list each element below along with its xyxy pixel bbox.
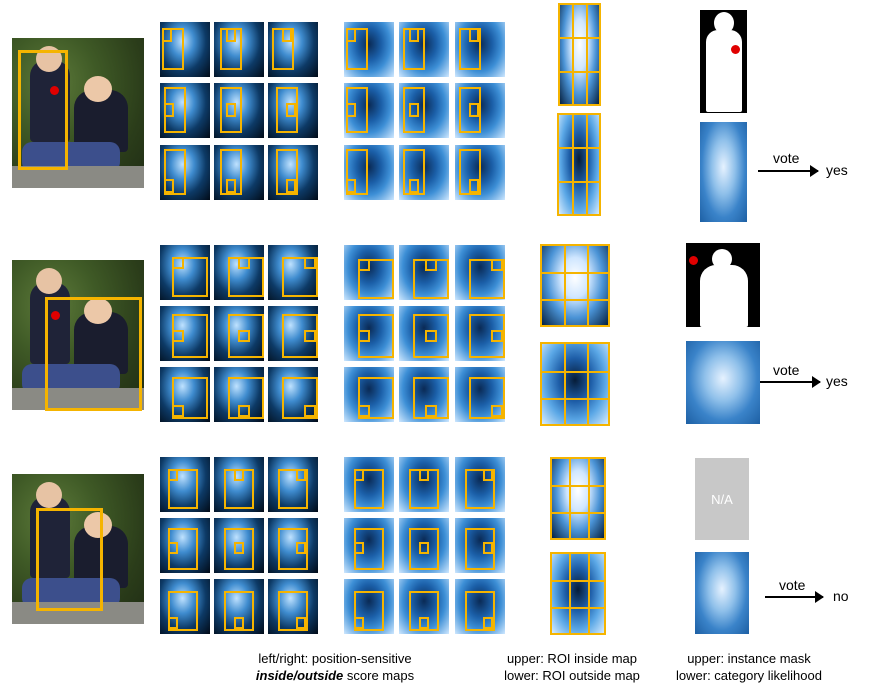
score-map-tile xyxy=(455,518,505,573)
vote-label: vote xyxy=(773,362,800,378)
roi-inside-map xyxy=(540,244,610,327)
score-map-tile xyxy=(344,579,394,634)
score-map-tile xyxy=(344,83,394,138)
score-map-tile xyxy=(399,518,449,573)
query-point xyxy=(689,256,698,265)
roi-outside-map xyxy=(557,113,601,216)
score-map-tile xyxy=(160,367,210,422)
score-map-tile xyxy=(399,22,449,77)
score-map-tile xyxy=(160,83,210,138)
score-map-tile xyxy=(214,83,264,138)
score-map-tile xyxy=(214,579,264,634)
score-map-tile xyxy=(399,245,449,300)
roi-maps-caption: upper: ROI inside map lower: ROI outside… xyxy=(488,650,656,684)
output-caption: upper: instance mask lower: category lik… xyxy=(658,650,840,684)
score-map-tile xyxy=(399,457,449,512)
roi-maps-caption-line1: upper: ROI inside map xyxy=(506,651,638,666)
vote-result: yes xyxy=(826,373,848,389)
score-map-tile xyxy=(160,457,210,512)
vote-label: vote xyxy=(773,150,800,166)
score-map-tile xyxy=(214,306,264,361)
output-caption-line2: lower: category likelihood xyxy=(676,668,822,683)
score-map-tile xyxy=(268,22,318,77)
score-map-tile xyxy=(455,245,505,300)
instance-mask xyxy=(700,10,747,113)
score-map-tile xyxy=(344,245,394,300)
score-map-tile xyxy=(160,306,210,361)
score-map-tile xyxy=(268,145,318,200)
score-maps-caption-line1: left/right: position-sensitive xyxy=(258,651,412,666)
score-map-tile xyxy=(455,22,505,77)
score-map-tile xyxy=(160,245,210,300)
vote-arrow xyxy=(765,591,824,603)
score-map-tile xyxy=(399,367,449,422)
roi-maps-caption-line2: lower: ROI outside map xyxy=(504,668,640,683)
score-map-tile xyxy=(160,518,210,573)
score-map-tile xyxy=(214,22,264,77)
query-point xyxy=(731,45,740,54)
score-map-tile xyxy=(214,457,264,512)
roi-box xyxy=(18,50,68,170)
vote-result: no xyxy=(833,588,849,604)
score-map-tile xyxy=(214,245,264,300)
category-likelihood xyxy=(686,341,760,424)
query-point xyxy=(51,311,60,320)
score-map-tile xyxy=(344,518,394,573)
score-map-tile xyxy=(268,367,318,422)
score-map-tile xyxy=(268,518,318,573)
score-map-tile xyxy=(455,306,505,361)
score-map-tile xyxy=(344,306,394,361)
vote-label: vote xyxy=(779,577,806,593)
category-likelihood xyxy=(695,552,749,634)
score-map-tile xyxy=(214,367,264,422)
score-map-tile xyxy=(399,145,449,200)
score-map-tile xyxy=(214,145,264,200)
roi-outside-map xyxy=(540,342,610,426)
score-map-tile xyxy=(399,83,449,138)
score-maps-caption-line2: inside/outside score maps xyxy=(240,667,430,684)
score-map-tile xyxy=(455,457,505,512)
score-maps-caption-rest: score maps xyxy=(343,668,415,683)
score-map-tile xyxy=(160,22,210,77)
query-point xyxy=(50,86,59,95)
instance-mask xyxy=(686,243,760,327)
roi-box xyxy=(36,508,103,611)
score-map-tile xyxy=(344,145,394,200)
score-map-tile xyxy=(268,83,318,138)
roi-inside-map xyxy=(558,3,601,106)
score-map-tile xyxy=(344,457,394,512)
vote-arrow xyxy=(760,376,821,388)
score-map-tile xyxy=(160,579,210,634)
instance-mask-na: N/A xyxy=(695,458,749,540)
vote-arrow xyxy=(758,165,819,177)
score-map-tile xyxy=(455,83,505,138)
score-map-tile xyxy=(399,579,449,634)
score-map-tile xyxy=(455,367,505,422)
score-map-tile xyxy=(268,245,318,300)
score-map-tile xyxy=(455,579,505,634)
score-map-tile xyxy=(268,306,318,361)
roi-outside-map xyxy=(550,552,606,635)
score-map-tile xyxy=(344,22,394,77)
score-map-tile xyxy=(455,145,505,200)
category-likelihood xyxy=(700,122,747,222)
inside-outside-emphasis: inside/outside xyxy=(255,668,344,683)
roi-inside-map xyxy=(550,457,606,540)
score-maps-caption: left/right: position-sensitive inside/ou… xyxy=(240,650,430,684)
score-map-tile xyxy=(268,457,318,512)
score-map-tile xyxy=(399,306,449,361)
output-caption-line1: upper: instance mask xyxy=(687,651,811,666)
score-map-tile xyxy=(344,367,394,422)
vote-result: yes xyxy=(826,162,848,178)
score-map-tile xyxy=(160,145,210,200)
score-map-tile xyxy=(214,518,264,573)
score-map-tile xyxy=(268,579,318,634)
